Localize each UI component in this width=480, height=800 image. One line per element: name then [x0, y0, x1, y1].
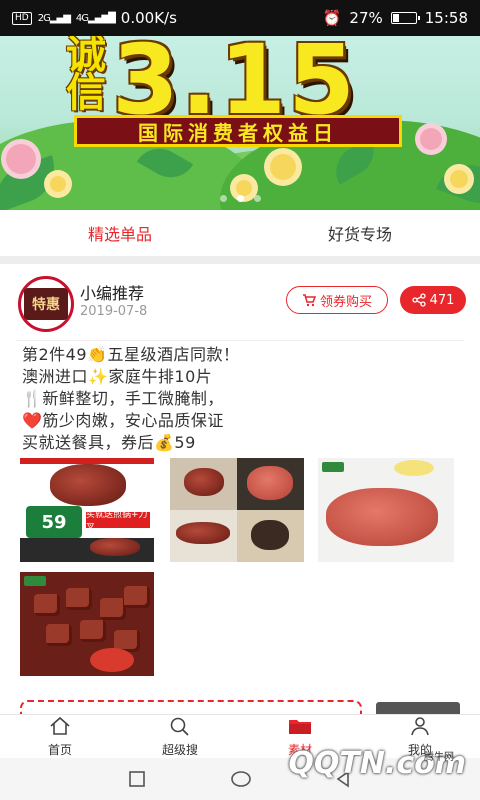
- battery-fill: [392, 14, 399, 22]
- carousel-dot[interactable]: [219, 195, 227, 202]
- tab-featured[interactable]: 精选单品: [0, 210, 240, 256]
- post-description[interactable]: 第2件49👏五星级酒店同款！ 澳洲进口✨家庭牛排10片 🍴新鲜整切，手工微腌制，…: [22, 344, 462, 454]
- nav-super-search[interactable]: 超级搜: [120, 715, 240, 758]
- carousel-dots: [0, 195, 480, 202]
- author-name: 小编推荐: [80, 284, 145, 303]
- coupon-buy-button[interactable]: 领券购买: [286, 286, 388, 314]
- watermark-small: 腾牛网: [424, 752, 454, 763]
- alarm-icon: ⏰: [322, 9, 342, 27]
- share-button[interactable]: 471: [400, 286, 466, 314]
- product-image-1[interactable]: 59 买就送煎锅+刀叉: [20, 458, 154, 562]
- battery-percent: 27%: [349, 9, 383, 27]
- description-line: ❤️筋少肉嫩，安心品质保证: [22, 411, 224, 430]
- user-icon: [408, 716, 432, 739]
- home-icon: [48, 716, 72, 739]
- carousel-dot-active[interactable]: [236, 195, 244, 202]
- banner-subtitle: 国际消费者权益日: [74, 115, 402, 147]
- signal-icon-2: 4G▂▄▆█: [75, 12, 116, 24]
- signal-icon: 2G▂▄▆: [37, 12, 71, 24]
- banner-title: 诚 信 3.15: [66, 36, 357, 136]
- post-card: 特惠 小编推荐 2019-07-8 领券购买 471 第2件49👏五星级酒店同款…: [0, 264, 480, 714]
- description-line: 买就送餐具，券后💰59: [22, 433, 196, 452]
- search-icon: [168, 716, 192, 739]
- folder-icon: [287, 716, 313, 739]
- nav-search-label: 超级搜: [161, 742, 198, 757]
- share-icon: [411, 293, 426, 307]
- tab-good-deals[interactable]: 好货专场: [240, 210, 480, 256]
- network-speed: 0.00K/s: [120, 9, 177, 27]
- promo-banner[interactable]: 诚 信 3.15 国际消费者权益日: [0, 36, 480, 210]
- next-card-edge-2: [376, 702, 460, 714]
- coupon-buy-label: 领券购买: [319, 294, 372, 310]
- post-date: 2019-07-8: [80, 304, 148, 319]
- promo-label: 买就送煎锅+刀叉: [86, 510, 150, 533]
- home-circle-icon[interactable]: [230, 770, 252, 792]
- next-card-edge: [20, 700, 362, 714]
- product-image-4[interactable]: [20, 572, 154, 676]
- description-line: 第2件49👏五星级酒店同款！: [22, 345, 240, 364]
- hd-indicator: HD: [12, 11, 32, 25]
- product-image-3[interactable]: [318, 458, 454, 562]
- cart-icon: [302, 293, 316, 307]
- status-bar: HD 2G▂▄▆ 4G▂▄▆█ 0.00K/s ⏰ 27% 15:58: [0, 0, 480, 36]
- clock: 15:58: [424, 9, 468, 27]
- description-line: 🍴新鲜整切，手工微腌制，: [22, 389, 224, 408]
- nav-home-label: 首页: [47, 742, 72, 757]
- divider: [16, 340, 464, 341]
- banner-title-char-2: 信: [66, 69, 106, 116]
- nav-home[interactable]: 首页: [0, 715, 120, 758]
- price-badge: 59: [26, 506, 82, 538]
- tab-bar: 精选单品 好货专场: [0, 210, 480, 256]
- avatar[interactable]: 特惠: [18, 276, 74, 332]
- banner-title-number: 3.15: [112, 36, 357, 136]
- share-count: 471: [429, 292, 455, 308]
- product-image-2[interactable]: [170, 458, 304, 562]
- avatar-label: 特惠: [24, 288, 68, 320]
- recent-apps-icon[interactable]: [128, 770, 146, 792]
- description-line: 澳洲进口✨家庭牛排10片: [22, 367, 213, 386]
- battery-icon: [390, 12, 420, 24]
- carousel-dot[interactable]: [253, 195, 261, 202]
